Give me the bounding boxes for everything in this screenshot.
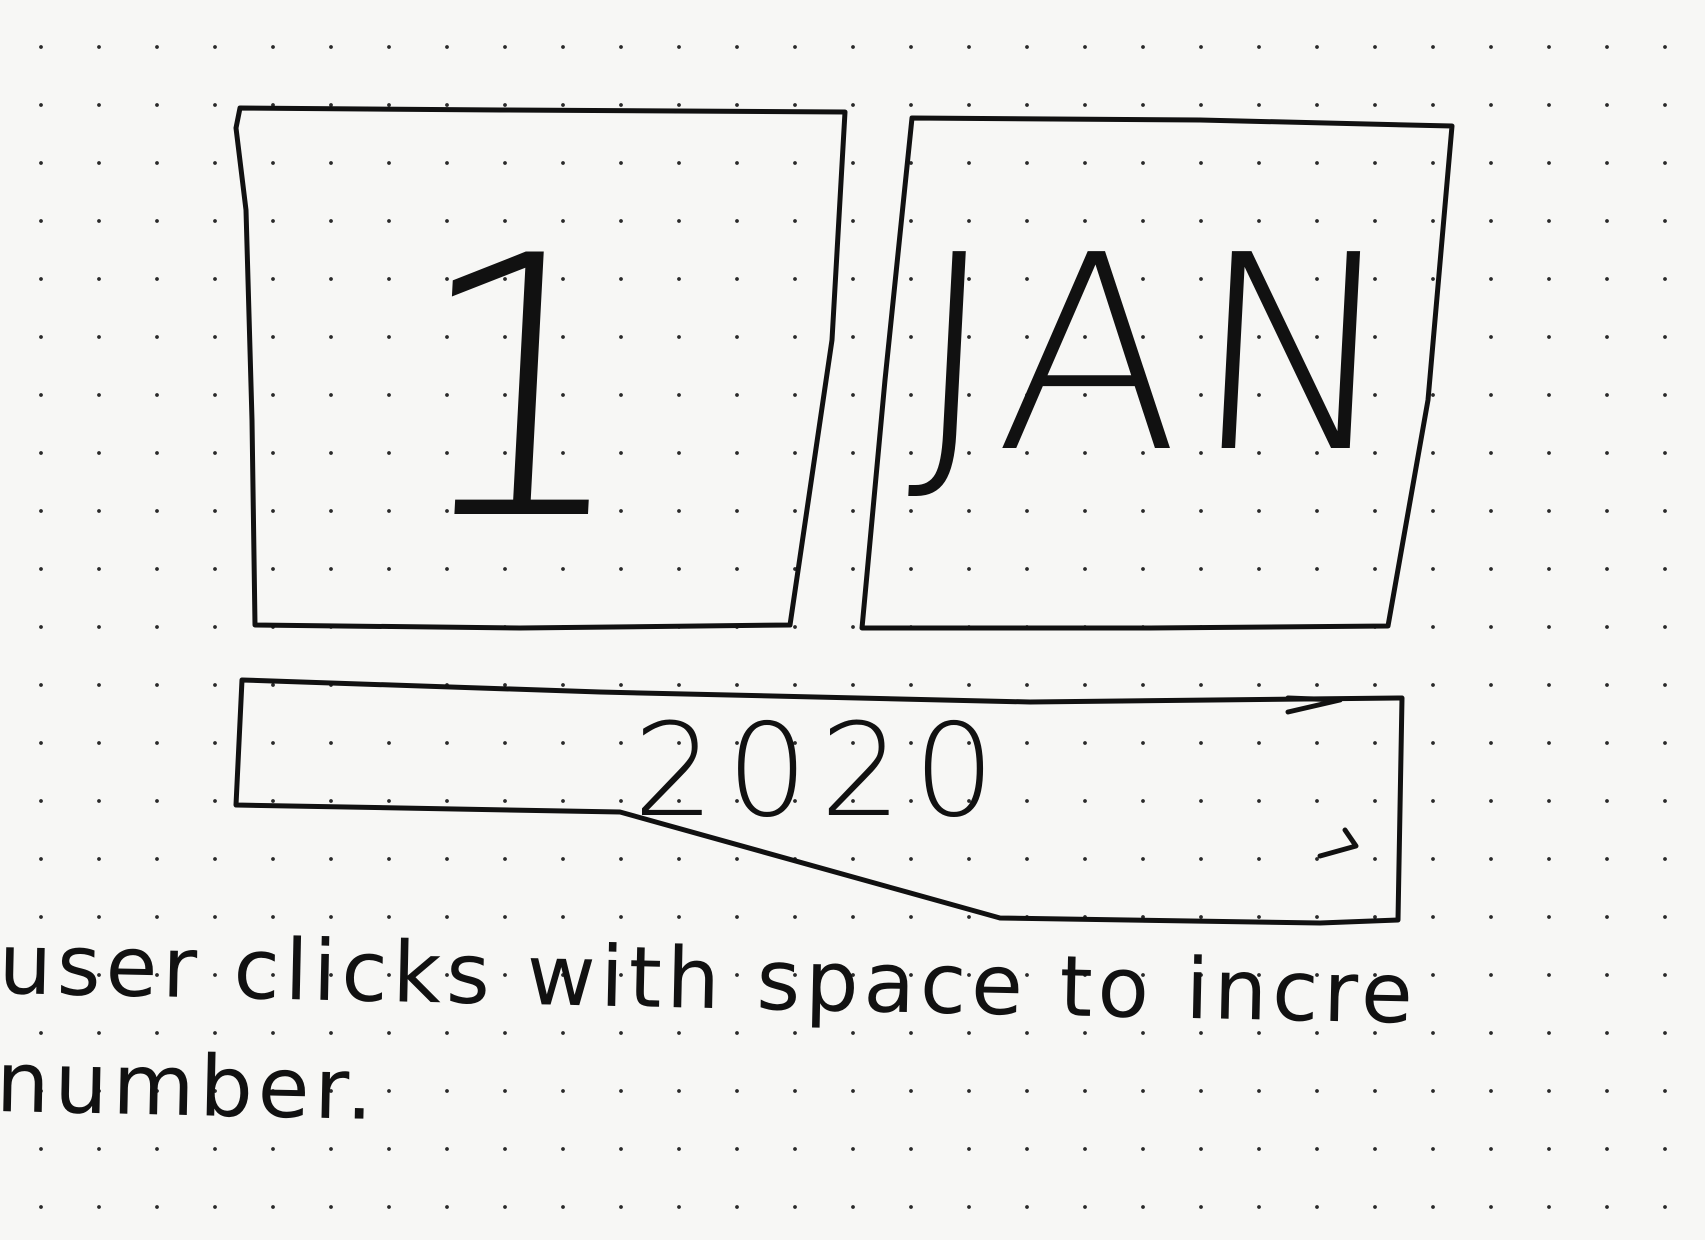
year-field[interactable]: 2020 [240,692,1400,852]
annotation-note: user clicks with space to incre number. [0,914,1419,1139]
day-field[interactable]: 1 [236,170,807,610]
day-value: 1 [396,180,648,599]
year-value: 2020 [633,697,1007,846]
month-field[interactable]: JAN [861,190,1458,520]
month-value: JAN [905,197,1415,512]
